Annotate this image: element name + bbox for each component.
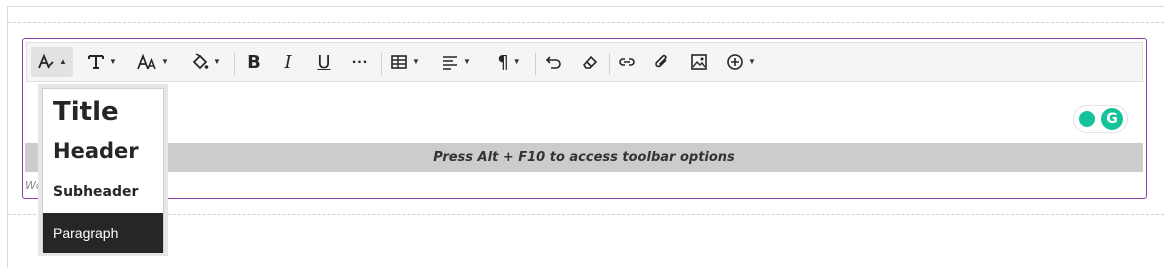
text-style-button[interactable]: ▲: [31, 47, 73, 77]
chevron-down-icon: ▼: [161, 57, 169, 66]
bold-icon: B: [247, 51, 261, 73]
paint-bucket-icon: [192, 53, 209, 70]
toolbar-separator: [381, 53, 382, 75]
font-size-icon: [137, 53, 156, 70]
ellipsis-icon: ...: [351, 50, 369, 67]
italic-button[interactable]: I: [275, 47, 301, 77]
font-button[interactable]: ▼: [83, 47, 121, 77]
editor-toolbar: ▲ ▼ ▼ ▼ B I U ... ▼ ▼ ¶ ▼ ▼: [26, 42, 1143, 82]
pilcrow-icon: ¶: [497, 51, 509, 73]
italic-icon: I: [284, 51, 292, 73]
more-button[interactable]: ...: [347, 47, 373, 77]
text-style-dropdown: Title Header Subheader Paragraph: [38, 84, 168, 256]
align-button[interactable]: ▼: [437, 47, 475, 77]
align-left-icon: [443, 56, 458, 70]
menu-item-title[interactable]: Title: [43, 97, 163, 127]
text-style-icon: [38, 53, 54, 69]
undo-icon: [545, 56, 561, 69]
plus-circle-icon: [727, 54, 743, 70]
menu-item-header[interactable]: Header: [43, 139, 163, 163]
toolbar-hint: Press Alt + F10 to access toolbar option…: [25, 143, 1143, 172]
chevron-down-icon: ▼: [512, 57, 521, 66]
eraser-icon: [582, 55, 598, 69]
attach-button[interactable]: [649, 47, 675, 77]
grammarly-widget[interactable]: G: [1073, 105, 1128, 133]
table-button[interactable]: ▼: [387, 47, 423, 77]
chevron-up-icon: ▲: [59, 57, 67, 66]
toolbar-separator: [609, 53, 610, 75]
undo-button[interactable]: [541, 47, 567, 77]
lightbulb-icon[interactable]: [1079, 111, 1095, 127]
divider-bottom: [8, 214, 1164, 215]
chevron-down-icon: ▼: [748, 57, 756, 66]
chevron-down-icon: ▼: [109, 57, 117, 66]
clear-formatting-button[interactable]: [577, 47, 603, 77]
insert-button[interactable]: ▼: [723, 47, 759, 77]
image-icon: [691, 54, 707, 70]
text-style-menu: Title Header Subheader Paragraph: [42, 88, 164, 253]
paragraph-button[interactable]: ¶ ▼: [491, 47, 527, 77]
menu-item-subheader[interactable]: Subheader: [43, 184, 163, 200]
toolbar-separator: [535, 53, 536, 75]
menu-item-paragraph[interactable]: Paragraph: [43, 213, 163, 253]
table-icon: [391, 55, 407, 69]
link-button[interactable]: [614, 47, 640, 77]
link-icon: [619, 58, 635, 66]
text-color-button[interactable]: ▼: [187, 47, 225, 77]
toolbar-separator: [234, 53, 235, 75]
chevron-down-icon: ▼: [412, 57, 420, 66]
chevron-down-icon: ▼: [463, 57, 471, 66]
underline-button[interactable]: U: [311, 47, 337, 77]
divider-top: [8, 22, 1164, 23]
grammarly-logo-icon[interactable]: G: [1101, 108, 1123, 130]
font-size-button[interactable]: ▼: [133, 47, 173, 77]
image-button[interactable]: [686, 47, 712, 77]
chevron-down-icon: ▼: [213, 57, 221, 66]
font-icon: [88, 55, 105, 69]
bold-button[interactable]: B: [241, 47, 267, 77]
rich-text-editor[interactable]: ▲ ▼ ▼ ▼ B I U ... ▼ ▼ ¶ ▼ ▼ G Press Alt …: [22, 38, 1147, 199]
underline-icon: U: [317, 51, 331, 73]
paperclip-icon: [655, 54, 667, 68]
